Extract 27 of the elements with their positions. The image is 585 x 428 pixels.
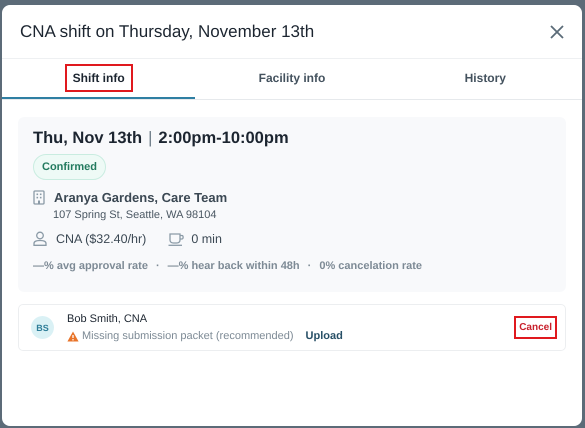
- stat-text: —% hear back within 48h: [168, 260, 300, 272]
- close-icon[interactable]: [550, 24, 564, 38]
- upload-link[interactable]: Upload: [306, 330, 343, 342]
- avatar: BS: [31, 316, 54, 339]
- person-icon: [33, 231, 47, 246]
- cup-icon: [168, 232, 186, 246]
- cancel-button[interactable]: Cancel: [514, 316, 557, 339]
- stat-text: —% avg approval rate: [33, 260, 148, 272]
- status-badge: Confirmed: [33, 154, 106, 180]
- shift-time: 2:00pm-10:00pm: [158, 129, 289, 148]
- separator: ·: [308, 260, 312, 272]
- facility-name: Aranya Gardens, Care Team: [54, 190, 228, 205]
- stat-text: 0% cancelation rate: [319, 260, 422, 272]
- tab[interactable]: History: [388, 59, 582, 99]
- tab[interactable]: Facility info: [195, 59, 389, 99]
- building-icon: [33, 190, 45, 205]
- separator: |: [148, 129, 152, 148]
- dialog-title: CNA shift on Thursday, November 13th: [20, 22, 314, 42]
- worker-name: Bob Smith, CNA: [67, 313, 148, 325]
- shift-date: Thu, Nov 13th: [33, 129, 142, 148]
- warning-icon: [67, 330, 79, 342]
- facility-address: 107 Spring St, Seattle, WA 98104: [53, 209, 218, 221]
- break-duration: 0 min: [191, 232, 222, 246]
- role-rate: CNA ($32.40/hr): [56, 232, 146, 246]
- separator: ·: [156, 260, 160, 272]
- tab[interactable]: Shift info: [2, 59, 196, 99]
- warning-text: Missing submission packet (recommended): [82, 330, 294, 342]
